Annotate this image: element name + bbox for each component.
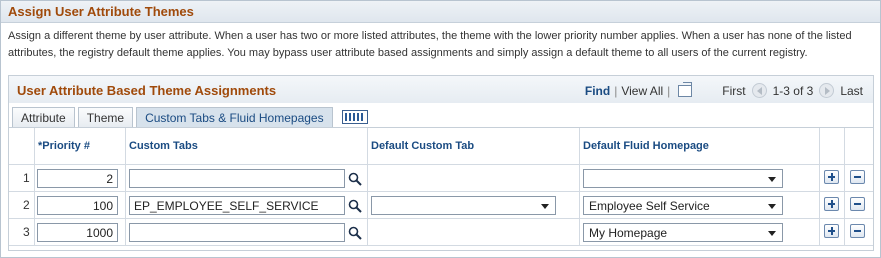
lookup-icon[interactable] <box>348 199 362 213</box>
delete-row-icon[interactable] <box>850 224 865 238</box>
page-frame: Assign User Attribute Themes Assign a di… <box>0 0 881 258</box>
lookup-icon[interactable] <box>348 172 362 186</box>
first-label: First <box>722 83 746 98</box>
row-divider <box>9 218 873 219</box>
selected-value: Employee Self Service <box>589 199 710 213</box>
priority-input[interactable] <box>37 169 118 188</box>
add-row-icon[interactable] <box>824 170 839 184</box>
default-fluid-homepage-select[interactable] <box>583 169 783 188</box>
column-divider <box>819 128 820 245</box>
row-number: 3 <box>23 225 30 239</box>
row-divider <box>9 245 873 246</box>
custom-tabs-input[interactable] <box>129 196 345 215</box>
show-all-tabs-icon[interactable] <box>341 110 368 124</box>
last-label: Last <box>840 83 863 98</box>
dropdown-arrow-icon <box>768 231 776 236</box>
grid-navigation: Find | View All | First 1-3 of 3 Last <box>585 81 863 98</box>
find-link[interactable]: Find <box>585 84 610 98</box>
header-priority[interactable]: *Priority # <box>38 140 90 152</box>
column-divider <box>125 128 126 245</box>
view-all-link[interactable]: View All <box>621 84 663 98</box>
previous-icon[interactable] <box>751 83 767 98</box>
default-fluid-homepage-select[interactable]: My Homepage <box>583 223 783 242</box>
row-divider <box>9 191 873 192</box>
column-divider <box>34 128 35 245</box>
selected-value: My Homepage <box>589 226 668 240</box>
default-fluid-homepage-select[interactable]: Employee Self Service <box>583 196 783 215</box>
lookup-icon[interactable] <box>348 226 362 240</box>
custom-tabs-input[interactable] <box>129 223 345 242</box>
theme-assignments-grid: User Attribute Based Theme Assignments F… <box>8 75 874 251</box>
custom-tabs-input[interactable] <box>129 169 345 188</box>
priority-input[interactable] <box>37 223 118 242</box>
tab-attribute[interactable]: Attribute <box>12 107 75 127</box>
delete-row-icon[interactable] <box>850 197 865 211</box>
section-title: Assign User Attribute Themes <box>1 1 880 23</box>
row-number: 2 <box>23 198 30 212</box>
grid-title: User Attribute Based Theme Assignments <box>17 83 277 98</box>
row-number: 1 <box>23 171 30 185</box>
nav-separator: | <box>667 83 671 98</box>
tab-custom-tabs-fluid-homepages[interactable]: Custom Tabs & Fluid Homepages <box>136 107 333 127</box>
dropdown-arrow-icon <box>541 204 549 209</box>
instructions-text: Assign a different theme by user attribu… <box>8 30 852 59</box>
dropdown-arrow-icon <box>768 204 776 209</box>
column-divider <box>367 128 368 245</box>
grid-tabs: Attribute Theme Custom Tabs & Fluid Home… <box>12 107 368 127</box>
dropdown-arrow-icon <box>768 177 776 182</box>
next-icon[interactable] <box>819 83 835 98</box>
nav-separator: | <box>614 83 618 98</box>
grid-header: User Attribute Based Theme Assignments F… <box>9 76 873 103</box>
tab-theme[interactable]: Theme <box>77 107 134 127</box>
grid-table: *Priority # Custom Tabs Default Custom T… <box>9 127 873 252</box>
column-divider <box>844 128 845 245</box>
column-divider <box>579 128 580 245</box>
header-custom-tabs[interactable]: Custom Tabs <box>129 140 198 152</box>
default-custom-tab-select[interactable] <box>371 196 556 215</box>
row-divider <box>9 164 873 165</box>
header-default-fluid-homepage[interactable]: Default Fluid Homepage <box>583 140 709 152</box>
row-range: 1-3 of 3 <box>772 83 814 98</box>
priority-input[interactable] <box>37 196 118 215</box>
add-row-icon[interactable] <box>824 197 839 211</box>
add-row-icon[interactable] <box>824 224 839 238</box>
popout-icon[interactable] <box>678 81 693 97</box>
header-default-custom-tab[interactable]: Default Custom Tab <box>371 140 474 152</box>
delete-row-icon[interactable] <box>850 170 865 184</box>
